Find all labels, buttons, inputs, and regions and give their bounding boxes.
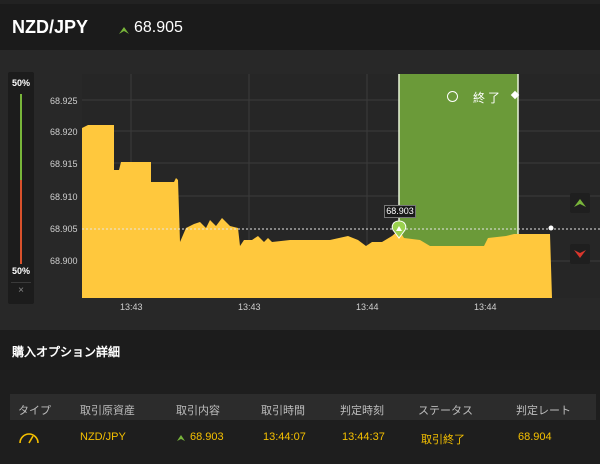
column-header: ステータス — [418, 405, 473, 417]
row-content: 68.903 — [190, 431, 224, 443]
section-title: 購入オプション詳細 — [12, 345, 121, 359]
y-tick-label: 68.920 — [50, 127, 78, 137]
y-tick-label: 68.910 — [50, 192, 78, 202]
row-judge-time: 13:44:37 — [342, 431, 385, 443]
row-asset: NZD/JPY — [80, 431, 126, 443]
row-trade-time: 13:44:07 — [263, 431, 306, 443]
x-tick-label: 13:43 — [238, 302, 261, 312]
table-header: タイプ 取引原資産 取引内容 取引時間 判定時刻 ステータス 判定レート — [10, 394, 596, 420]
row-status: 取引終了 — [421, 434, 465, 446]
x-tick-label: 13:44 — [474, 302, 497, 312]
up-arrow-icon — [119, 27, 129, 34]
y-tick-label: 68.905 — [50, 224, 78, 234]
current-rate-dot — [548, 225, 554, 231]
up-arrow-icon — [177, 435, 185, 441]
column-header: 取引時間 — [261, 405, 305, 417]
header-bar: NZD/JPY 68.905 — [0, 4, 600, 50]
column-header: 取引内容 — [176, 405, 220, 417]
purchase-table: タイプ 取引原資産 取引内容 取引時間 判定時刻 ステータス 判定レート NZD… — [0, 370, 600, 464]
clock-icon — [447, 91, 458, 102]
up-arrow-icon — [574, 199, 586, 207]
currency-pair: NZD/JPY — [12, 17, 89, 37]
buy-up-button[interactable] — [570, 193, 590, 213]
y-tick-label: 68.915 — [50, 159, 78, 169]
entry-rate-tag: 68.903 — [384, 205, 416, 218]
column-header: タイプ — [18, 405, 51, 417]
price-chart — [82, 74, 600, 298]
gauge-icon — [19, 433, 39, 444]
buy-down-button[interactable] — [570, 244, 590, 264]
column-header: 判定時刻 — [340, 405, 384, 417]
end-label: 終了 — [473, 91, 504, 105]
y-tick-label: 68.900 — [50, 256, 78, 266]
x-tick-label: 13:43 — [120, 302, 143, 312]
row-judge-rate: 68.904 — [518, 431, 552, 443]
x-tick-label: 13:44 — [356, 302, 379, 312]
purchase-details-header: 購入オプション詳細 — [0, 330, 600, 370]
column-header: 取引原資産 — [80, 405, 135, 417]
down-arrow-icon — [574, 250, 586, 258]
y-tick-label: 68.925 — [50, 96, 78, 106]
current-rate: 68.905 — [134, 19, 183, 36]
column-header: 判定レート — [516, 405, 571, 417]
